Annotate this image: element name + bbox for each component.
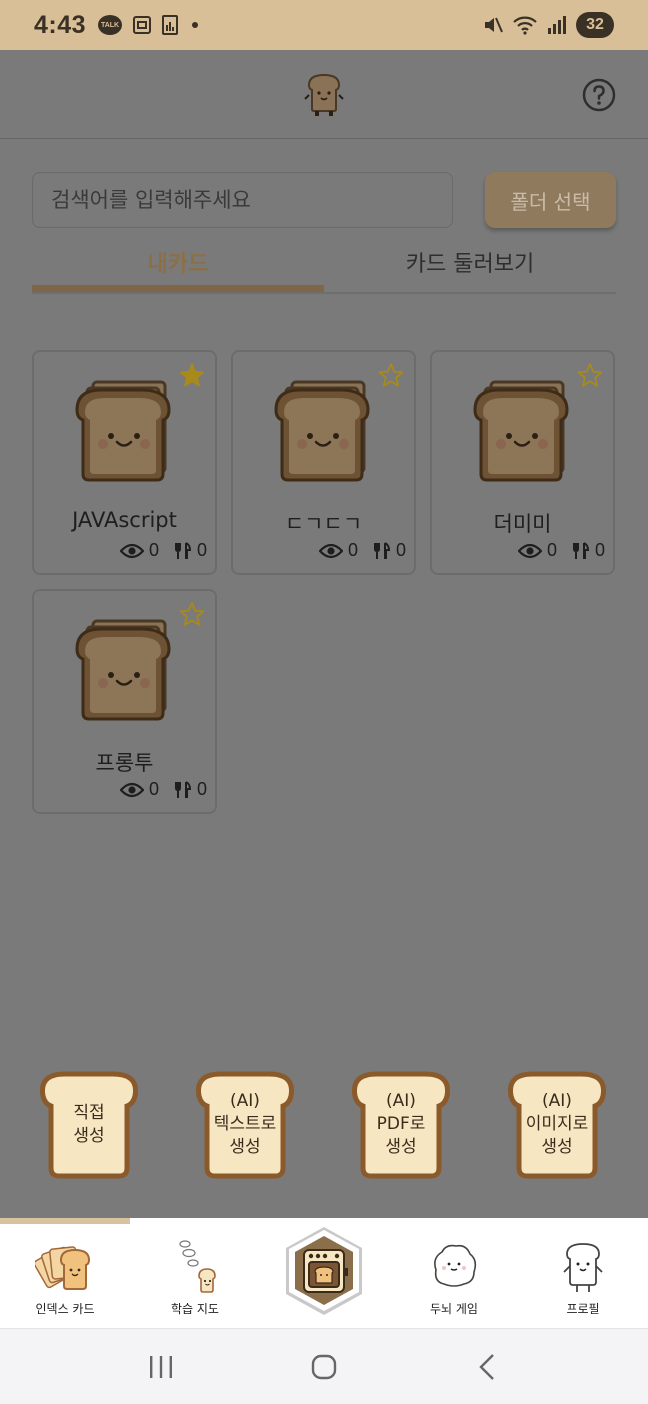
star-outline-icon[interactable] (378, 362, 404, 388)
nav-progress-bar (0, 1218, 130, 1224)
view-count: 0 (347, 540, 358, 560)
home-button[interactable] (304, 1347, 344, 1387)
card-item[interactable]: ㄷㄱㄷㄱ 0 0 (231, 350, 416, 575)
card-title: JAVAscript (72, 508, 177, 532)
card-item[interactable]: JAVAscript 0 0 (32, 350, 217, 575)
back-button[interactable] (467, 1347, 507, 1387)
screenshot-icon (133, 16, 152, 34)
nav-item-profile[interactable]: 프로필 (518, 1236, 648, 1328)
home-icon (311, 1354, 337, 1379)
recent-apps-button[interactable] (141, 1347, 181, 1387)
card-title: 더미미 (493, 512, 552, 536)
report-icon (162, 15, 179, 35)
recent-apps-icon (150, 1355, 173, 1378)
toast-card-icon (75, 380, 171, 482)
card-stats: 0 0 (119, 540, 207, 561)
fork-icon (174, 541, 191, 559)
kakaotalk-icon: TALK (98, 15, 123, 35)
brain-game-icon (434, 1244, 477, 1287)
create-ai-pdf-button[interactable]: (AI) PDF로 생성 (349, 1068, 453, 1180)
status-time: 4:43 (34, 10, 87, 39)
status-bar: 4:43 TALK 32 (0, 0, 648, 50)
nav-item-study-map[interactable]: 학습 지도 (130, 1236, 260, 1328)
back-icon (478, 1353, 494, 1380)
nav-label-brain-game: 두뇌 게임 (430, 1302, 478, 1316)
card-tabs: 내카드 카드 둘러보기 (32, 232, 616, 294)
help-icon[interactable] (582, 78, 616, 112)
view-count: 0 (148, 540, 159, 560)
create-ai-text-button[interactable]: (AI) 텍스트로 생성 (193, 1068, 297, 1180)
more-notifications-dot (192, 22, 199, 28)
fork-icon (373, 541, 390, 559)
fork-count: 0 (196, 779, 207, 799)
create-ai-image-label: (AI) 이미지로 생성 (525, 1091, 589, 1157)
tab-browse-cards[interactable]: 카드 둘러보기 (324, 232, 616, 292)
star-outline-icon[interactable] (577, 362, 603, 388)
fork-count: 0 (395, 540, 406, 560)
folder-select-button[interactable]: 폴더 선택 (485, 172, 616, 228)
search-input[interactable] (32, 172, 453, 228)
nav-label-study-map: 학습 지도 (171, 1302, 219, 1316)
create-ai-image-button[interactable]: (AI) 이미지로 생성 (505, 1068, 609, 1180)
toast-logo-icon[interactable] (301, 71, 347, 117)
system-nav-bar (0, 1329, 648, 1404)
tab-my-cards[interactable]: 내카드 (32, 232, 324, 292)
eye-icon (119, 543, 144, 558)
toast-card-icon (274, 380, 370, 482)
card-title: 프롱투 (95, 751, 154, 775)
profile-toast-icon (563, 1243, 603, 1292)
wifi-icon (513, 16, 537, 35)
status-system-icons: 32 (482, 12, 614, 38)
card-stats: 0 0 (517, 540, 605, 561)
view-count: 0 (546, 540, 557, 560)
status-notification-icons: TALK (98, 15, 199, 35)
card-item[interactable]: 더미미 0 0 (430, 350, 615, 575)
eye-icon (318, 543, 343, 558)
index-cards-icon (35, 1246, 91, 1290)
nav-label-profile: 프로필 (566, 1302, 600, 1316)
nav-item-brain-game[interactable]: 두뇌 게임 (389, 1236, 519, 1328)
create-ai-pdf-label: (AI) PDF로 생성 (376, 1091, 426, 1157)
card-title: ㄷㄱㄷㄱ (284, 512, 363, 536)
card-item[interactable]: 프롱투 0 0 (32, 589, 217, 814)
app-header (0, 50, 648, 139)
toast-card-icon (473, 380, 569, 482)
fork-count: 0 (594, 540, 605, 560)
eye-icon (119, 782, 144, 797)
nav-label-index-cards: 인덱스 카드 (35, 1302, 95, 1316)
tab-active-indicator (32, 285, 324, 292)
card-stats: 0 0 (119, 779, 207, 800)
fork-icon (572, 541, 589, 559)
nav-item-index-cards[interactable]: 인덱스 카드 (0, 1236, 130, 1328)
fork-count: 0 (196, 540, 207, 560)
create-direct-label: 직접 생성 (73, 1103, 105, 1146)
oven-icon[interactable] (282, 1224, 366, 1318)
star-filled-icon[interactable] (179, 362, 205, 388)
study-map-icon (179, 1240, 216, 1293)
mute-icon (485, 17, 503, 33)
create-ai-text-label: (AI) 텍스트로 생성 (213, 1091, 277, 1157)
eye-icon (517, 543, 542, 558)
toast-card-icon (75, 619, 171, 721)
view-count: 0 (148, 779, 159, 799)
fork-icon (174, 780, 191, 798)
create-direct-button[interactable]: 직접 생성 (37, 1068, 141, 1180)
signal-icon (548, 16, 566, 34)
battery-indicator: 32 (576, 12, 614, 38)
star-outline-icon[interactable] (179, 601, 205, 627)
card-stats: 0 0 (318, 540, 406, 561)
